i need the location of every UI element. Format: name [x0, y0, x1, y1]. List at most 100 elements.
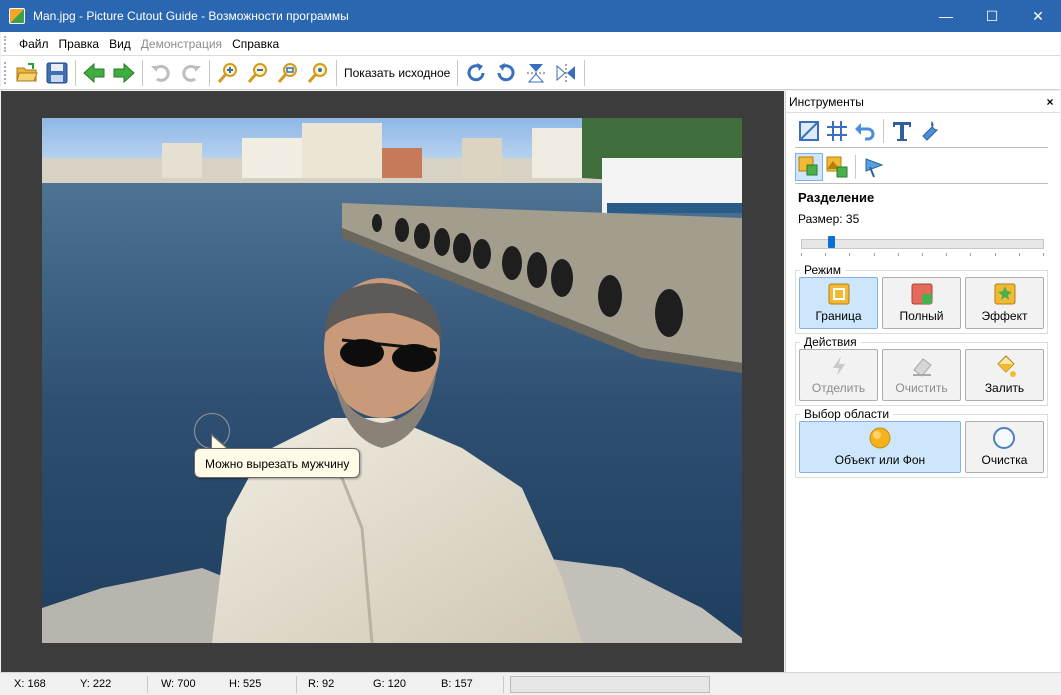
- zoom-actual-icon: [307, 62, 327, 83]
- flip-vertical-icon: [527, 63, 546, 82]
- slider-tick: [849, 253, 851, 256]
- status-bar: X: 168 Y: 222 W: 700 H: 525 R: 92 G: 120…: [0, 672, 1061, 695]
- slider-tick: [825, 253, 827, 256]
- show-original-button[interactable]: Показать исходное: [340, 66, 454, 80]
- tools-panel: Инструменты × Разделение Размер: 35 Режи…: [785, 91, 1060, 672]
- menu-grip: [4, 35, 8, 52]
- mode-group: Режим Граница Полный Эффект: [795, 263, 1048, 334]
- close-icon: ✕: [1032, 7, 1044, 24]
- fill-label: Залить: [984, 381, 1025, 395]
- toolbar: Показать исходное: [1, 56, 1060, 90]
- slider-thumb[interactable]: [828, 236, 835, 248]
- slider-tick: [1042, 253, 1044, 256]
- mode-border-label: Граница: [815, 309, 862, 323]
- toolbar-separator: [142, 59, 143, 86]
- text-icon: [893, 122, 911, 141]
- back-button[interactable]: [79, 58, 109, 88]
- fill-button[interactable]: Залить: [965, 349, 1044, 401]
- mode-effect-button[interactable]: Эффект: [965, 277, 1044, 329]
- maximize-icon: ☐: [985, 7, 999, 24]
- photo-man-by-sea[interactable]: [42, 118, 742, 643]
- redo-icon: [182, 64, 201, 82]
- object-or-background-button[interactable]: Объект или Фон: [799, 421, 961, 473]
- effect-icon: [994, 283, 1015, 305]
- panel-close-button[interactable]: ×: [1040, 95, 1060, 109]
- full-icon: [911, 283, 932, 305]
- menu-bar: Файл Правка Вид Демонстрация Справка: [1, 32, 1060, 56]
- forward-arrow-icon: [113, 62, 135, 83]
- rotate-right-button[interactable]: [461, 58, 491, 88]
- crop-tool-button[interactable]: [795, 117, 823, 145]
- wizard-icon: [865, 158, 884, 178]
- mode-border-button[interactable]: Граница: [799, 277, 878, 329]
- forward-button[interactable]: [109, 58, 139, 88]
- undo-tool-button[interactable]: [851, 117, 879, 145]
- mode-full-button[interactable]: Полный: [882, 277, 961, 329]
- size-slider[interactable]: [801, 234, 1044, 256]
- flip-horizontal-icon: [556, 63, 576, 82]
- status-separator: [296, 676, 297, 693]
- undo-icon: [151, 64, 170, 82]
- menu-file[interactable]: Файл: [14, 32, 54, 56]
- close-button[interactable]: ✕: [1015, 0, 1061, 32]
- settings-tool-button[interactable]: [916, 117, 944, 145]
- status-separator: [147, 676, 148, 693]
- mode-effect-label: Эффект: [981, 309, 1028, 323]
- text-tool-button[interactable]: [888, 117, 916, 145]
- slider-tick: [897, 253, 899, 256]
- slider-tick: [946, 253, 948, 256]
- crop-icon: [799, 121, 819, 141]
- save-button[interactable]: [42, 58, 72, 88]
- flip-vertical-button[interactable]: [521, 58, 551, 88]
- clear-selection-button[interactable]: Очистка: [964, 421, 1044, 473]
- wizard-tool-button[interactable]: [860, 153, 888, 181]
- maximize-button[interactable]: ☐: [969, 0, 1015, 32]
- flip-horizontal-button[interactable]: [551, 58, 581, 88]
- slider-ticks: [801, 253, 1044, 256]
- cutout-tool-icon: [798, 156, 818, 176]
- slider-tick: [1018, 253, 1020, 256]
- selection-group-title: Выбор области: [800, 407, 894, 421]
- menu-view[interactable]: Вид: [104, 32, 136, 56]
- cutout-alt-icon: [826, 156, 848, 178]
- cutout-tool-button[interactable]: [795, 153, 823, 181]
- menu-edit[interactable]: Правка: [54, 32, 105, 56]
- toolbar-separator: [584, 59, 586, 86]
- menu-demo: Демонстрация: [140, 36, 223, 51]
- clear-selection-label: Очистка: [981, 453, 1028, 467]
- zoom-out-button[interactable]: [243, 58, 273, 88]
- zoom-fit-button[interactable]: [273, 58, 303, 88]
- slider-tick: [921, 253, 923, 256]
- actions-group-title: Действия: [800, 335, 861, 349]
- zoom-in-button[interactable]: [213, 58, 243, 88]
- grid-icon: [827, 121, 847, 141]
- menu-help[interactable]: Справка: [227, 32, 284, 56]
- icon-separator: [883, 119, 884, 143]
- image-canvas[interactable]: Можно вырезать мужчину: [1, 91, 784, 672]
- section-title: Разделение: [798, 190, 875, 205]
- slider-tick: [994, 253, 996, 256]
- open-button[interactable]: [12, 58, 42, 88]
- minimize-button[interactable]: —: [923, 0, 969, 32]
- grid-tool-button[interactable]: [823, 117, 851, 145]
- clear-button: Очистить: [882, 349, 961, 401]
- cutout-alt-tool-button[interactable]: [823, 153, 851, 181]
- object-or-background-icon: [869, 427, 891, 449]
- toolbar-separator: [75, 59, 76, 86]
- object-or-background-label: Объект или Фон: [834, 453, 926, 467]
- rotate-right-icon: [467, 62, 485, 81]
- slider-tick: [970, 253, 972, 256]
- rotate-left-button[interactable]: [491, 58, 521, 88]
- hint-tooltip: Можно вырезать мужчину: [194, 448, 361, 478]
- slider-tick: [801, 253, 802, 256]
- zoom-in-icon: [217, 62, 237, 83]
- back-arrow-icon: [83, 62, 105, 83]
- clear-circle-icon: [993, 427, 1016, 449]
- fill-icon: [996, 355, 1016, 377]
- icon-separator: [855, 155, 856, 179]
- slider-track: [801, 239, 1044, 249]
- zoom-actual-button[interactable]: [303, 58, 333, 88]
- mode-full-label: Полный: [899, 309, 944, 323]
- toolbar-separator: [457, 59, 459, 86]
- separate-icon: [832, 356, 845, 376]
